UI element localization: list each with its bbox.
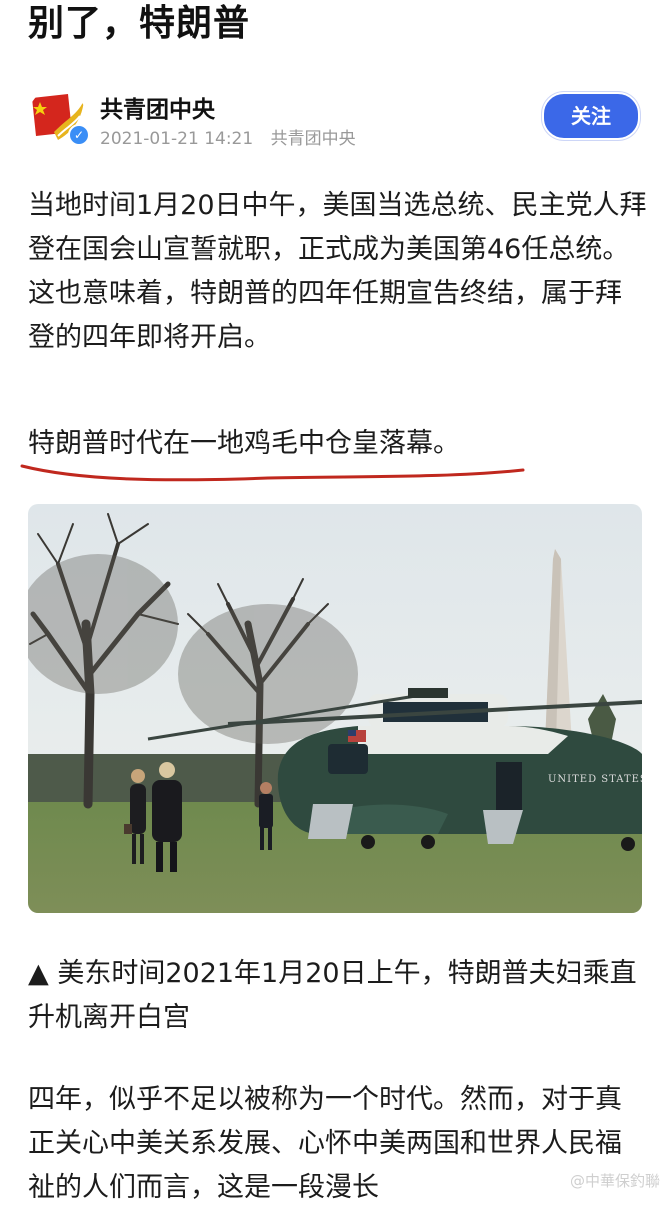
article-photo[interactable]: UNITED STATES (28, 504, 642, 913)
page-title: 别了，特朗普 (28, 3, 251, 44)
handwritten-underline (20, 464, 525, 482)
helicopter-label: UNITED STATES (548, 774, 642, 785)
helicopter-departure-photo: UNITED STATES (28, 504, 642, 913)
author-name[interactable]: 共青团中央 (100, 90, 215, 124)
author-bar: ✓ 共青团中央 2021-01-21 14:21 共青团中央 关注 (28, 88, 648, 158)
photo-caption: ▲ 美东时间2021年1月20日上午，特朗普夫妇乘直升机离开白宫 (28, 958, 637, 1033)
post-meta: 2021-01-21 14:21 共青团中央 (100, 124, 356, 149)
article-paragraph: 四年，似乎不足以被称为一个时代。然而，对于真正关心中美关系发展、心怀中美两国和世… (28, 1084, 622, 1203)
article-paragraph: 当地时间1月20日中午，美国当选总统、民主党人拜登在国会山宣誓就职，正式成为美国… (28, 190, 647, 353)
post-timestamp: 2021-01-21 14:21 (100, 129, 254, 149)
post-source: 共青团中央 (270, 129, 356, 149)
follow-button[interactable]: 关注 (542, 92, 640, 140)
weibo-watermark: @中華保釣聯 (569, 1172, 660, 1190)
verified-check-icon: ✓ (68, 124, 90, 146)
